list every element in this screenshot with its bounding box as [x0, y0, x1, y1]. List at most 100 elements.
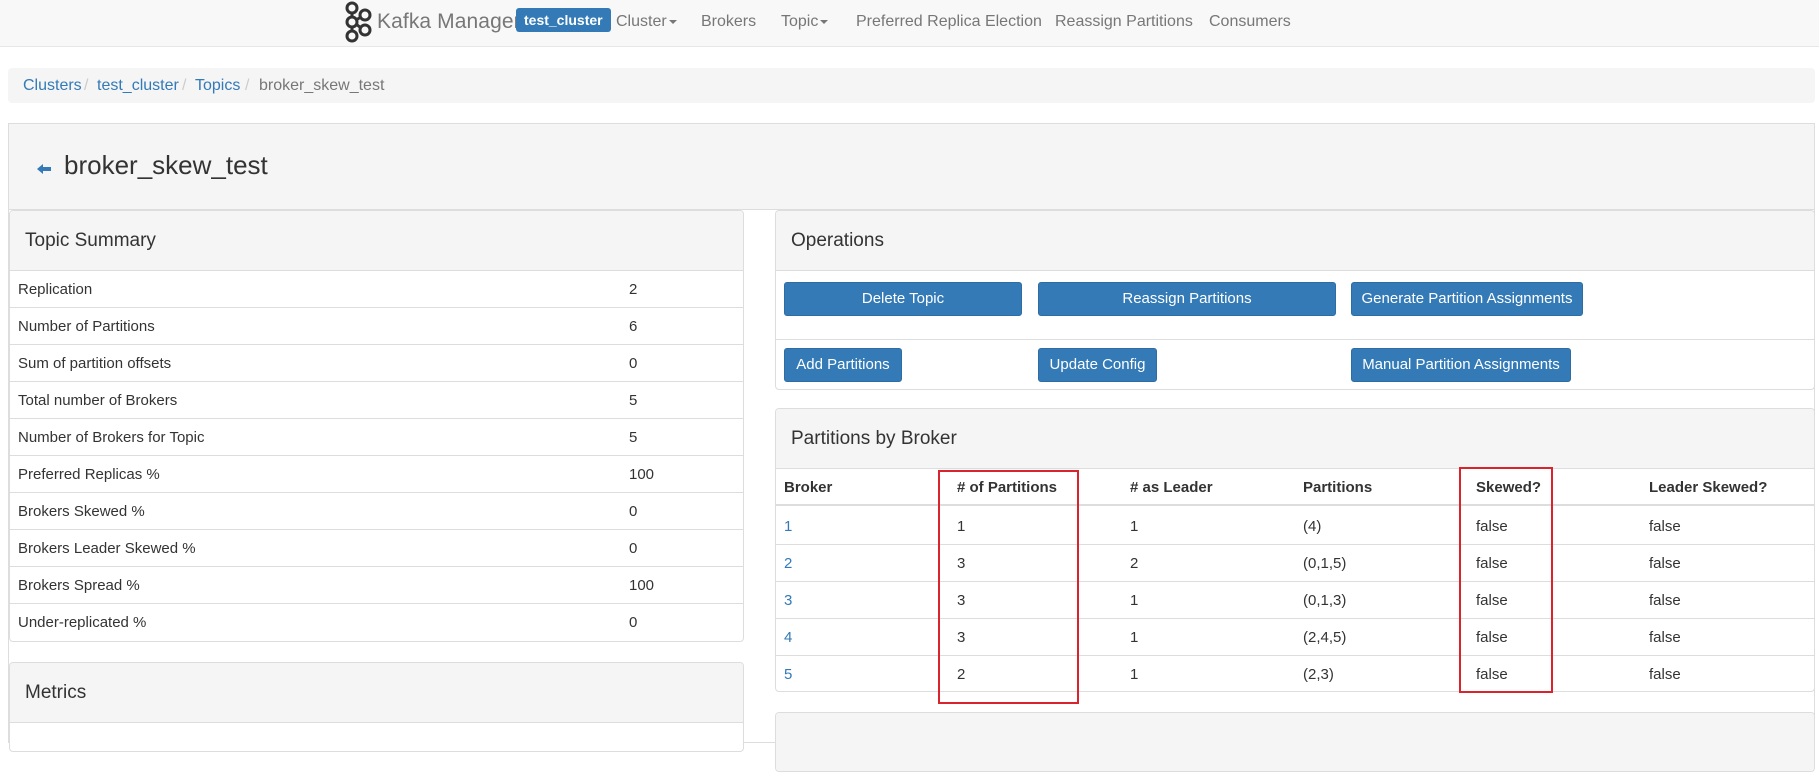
- summary-value: 2: [629, 281, 638, 298]
- brand-title: Kafka Manager: [377, 10, 521, 33]
- summary-label: Total number of Brokers: [18, 392, 178, 409]
- cell-num-partitions: 3: [957, 592, 966, 609]
- cell-broker[interactable]: 3: [784, 582, 792, 619]
- summary-row: Brokers Spread % 100: [10, 567, 743, 604]
- operations-title: Operations: [776, 211, 1814, 271]
- summary-label: Under-replicated %: [18, 614, 147, 631]
- nav-reassign-partitions[interactable]: Reassign Partitions: [1055, 0, 1193, 44]
- cell-partitions: (4): [1303, 518, 1322, 535]
- cluster-badge[interactable]: test_cluster: [516, 8, 611, 32]
- nav-cluster-dropdown[interactable]: Cluster: [616, 0, 677, 44]
- cell-broker[interactable]: 4: [784, 619, 792, 656]
- cell-skewed: false: [1476, 518, 1508, 535]
- cell-skewed: false: [1476, 555, 1508, 572]
- add-partitions-button[interactable]: Add Partitions: [784, 348, 902, 382]
- cell-partitions: (2,3): [1303, 666, 1334, 683]
- cell-leader-skewed: false: [1649, 666, 1681, 683]
- breadcrumb-current-topic: broker_skew_test: [259, 77, 385, 94]
- nav-topic-dropdown[interactable]: Topic: [781, 0, 829, 44]
- cell-leader-skewed: false: [1649, 518, 1681, 535]
- summary-label: Preferred Replicas %: [18, 466, 160, 483]
- next-panel-heading: [776, 713, 1814, 771]
- nav-consumers[interactable]: Consumers: [1209, 0, 1291, 44]
- cell-num-partitions: 2: [957, 666, 966, 683]
- summary-row: Total number of Brokers 5: [10, 382, 743, 419]
- table-row: 5 2 1 (2,3) false false: [776, 656, 1814, 691]
- cell-broker[interactable]: 2: [784, 545, 792, 582]
- partitions-by-broker-title: Partitions by Broker: [776, 409, 1814, 469]
- summary-value: 0: [629, 540, 638, 557]
- summary-row: Sum of partition offsets 0: [10, 345, 743, 382]
- breadcrumb: Clusters / test_cluster / Topics / broke…: [8, 68, 1815, 103]
- summary-value: 6: [629, 318, 638, 335]
- generate-partition-assignments-button[interactable]: Generate Partition Assignments: [1351, 282, 1583, 316]
- table-row: 3 3 1 (0,1,3) false false: [776, 582, 1814, 619]
- topic-panel: broker_skew_test Topic Summary Replicati…: [8, 123, 1815, 772]
- summary-label: Replication: [18, 281, 93, 298]
- nav-preferred-replica-election[interactable]: Preferred Replica Election: [856, 0, 1042, 44]
- partitions-by-broker-panel: Partitions by Broker Broker # of Partiti…: [775, 408, 1815, 692]
- cell-skewed: false: [1476, 629, 1508, 646]
- cell-as-leader: 2: [1130, 555, 1139, 572]
- table-row: 2 3 2 (0,1,5) false false: [776, 545, 1814, 582]
- summary-row: Brokers Skewed % 0: [10, 493, 743, 530]
- breadcrumb-cluster[interactable]: test_cluster: [97, 68, 179, 103]
- column-header-broker: Broker: [784, 479, 833, 496]
- breadcrumb-separator: /: [245, 77, 250, 94]
- nav-brokers[interactable]: Brokers: [701, 0, 756, 44]
- summary-table: Replication 2 Number of Partitions 6 Sum of …: [10, 271, 743, 641]
- nav-cluster-label: Cluster: [616, 13, 667, 30]
- delete-topic-button[interactable]: Delete Topic: [784, 282, 1022, 316]
- summary-value: 100: [629, 577, 655, 594]
- cell-broker[interactable]: 5: [784, 656, 792, 691]
- column-header-skewed: Skewed?: [1476, 479, 1542, 496]
- column-header-num-partitions: # of Partitions: [957, 479, 1058, 496]
- breadcrumb-topics[interactable]: Topics: [195, 68, 240, 103]
- divider: [776, 339, 1814, 340]
- summary-label: Number of Partitions: [18, 318, 155, 335]
- cell-partitions: (0,1,5): [1303, 555, 1347, 572]
- top-navbar: Kafka Manager test_cluster Cluster Broke…: [0, 0, 1819, 47]
- kafka-logo-icon: [343, 0, 373, 44]
- cell-as-leader: 1: [1130, 592, 1139, 609]
- summary-row: Replication 2: [10, 271, 743, 308]
- cell-num-partitions: 1: [957, 518, 966, 535]
- summary-value: 0: [629, 355, 638, 372]
- breadcrumb-separator: /: [84, 77, 89, 94]
- brand[interactable]: Kafka Manager: [343, 0, 521, 44]
- table-row: 4 3 1 (2,4,5) false false: [776, 619, 1814, 656]
- page-title: broker_skew_test: [64, 150, 268, 180]
- summary-row: Preferred Replicas % 100: [10, 456, 743, 493]
- back-arrow-icon[interactable]: [37, 162, 51, 180]
- cell-as-leader: 1: [1130, 666, 1139, 683]
- topic-summary-title: Topic Summary: [10, 211, 743, 271]
- cell-partitions: (0,1,3): [1303, 592, 1347, 609]
- reassign-partitions-button[interactable]: Reassign Partitions: [1038, 282, 1336, 316]
- table-header: Broker # of Partitions # as Leader Parti…: [776, 469, 1814, 506]
- summary-value: 100: [629, 466, 655, 483]
- manual-partition-assignments-button[interactable]: Manual Partition Assignments: [1351, 348, 1571, 382]
- summary-label: Brokers Skewed %: [18, 503, 145, 520]
- cell-as-leader: 1: [1130, 518, 1139, 535]
- summary-value: 0: [629, 503, 638, 520]
- summary-label: Brokers Spread %: [18, 577, 140, 594]
- topic-summary-panel: Topic Summary Replication 2 Number of Part…: [9, 210, 744, 642]
- column-header-leader-skewed: Leader Skewed?: [1649, 479, 1768, 496]
- cell-num-partitions: 3: [957, 555, 966, 572]
- update-config-button[interactable]: Update Config: [1038, 348, 1157, 382]
- summary-label: Number of Brokers for Topic: [18, 429, 205, 446]
- breadcrumb-clusters[interactable]: Clusters: [23, 68, 82, 103]
- summary-row: Under-replicated % 0: [10, 604, 743, 641]
- cell-broker[interactable]: 1: [784, 508, 792, 545]
- caret-down-icon: [820, 19, 829, 24]
- cell-leader-skewed: false: [1649, 555, 1681, 572]
- breadcrumb-separator: /: [182, 77, 187, 94]
- summary-value: 0: [629, 614, 638, 631]
- cell-skewed: false: [1476, 666, 1508, 683]
- column-header-partitions: Partitions: [1303, 479, 1373, 496]
- cell-leader-skewed: false: [1649, 592, 1681, 609]
- metrics-title: Metrics: [10, 663, 743, 723]
- cell-partitions: (2,4,5): [1303, 629, 1347, 646]
- next-panel: [775, 712, 1815, 772]
- summary-value: 5: [629, 392, 638, 409]
